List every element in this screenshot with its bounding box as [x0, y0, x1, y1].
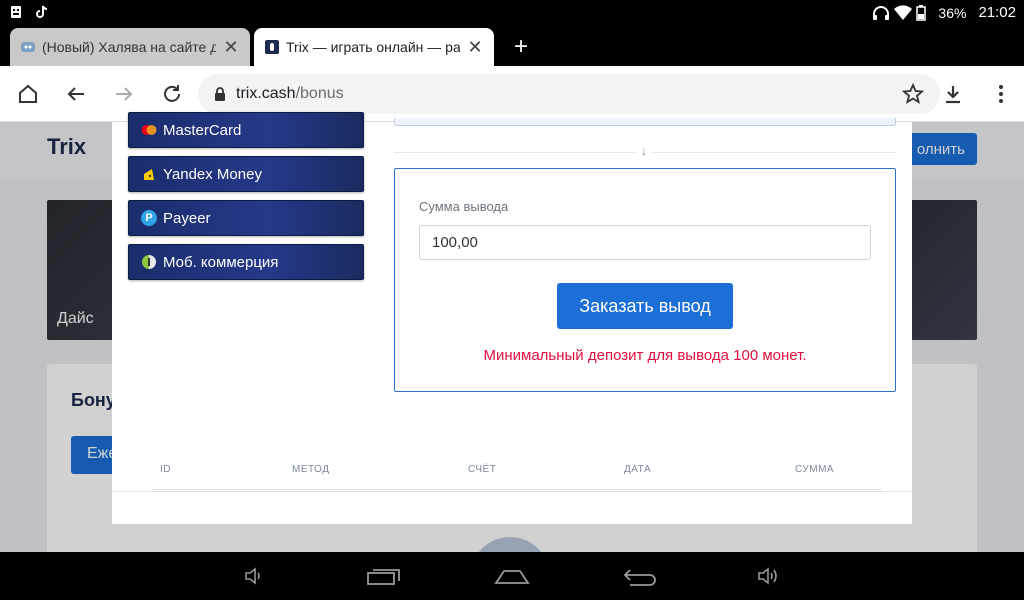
- system-nav-bar: [0, 552, 1024, 600]
- divider: [112, 491, 912, 492]
- url-text: trix.cash/bonus: [236, 85, 344, 103]
- amount-label: Сумма вывода: [419, 199, 509, 214]
- method-label: Моб. коммерция: [163, 253, 279, 271]
- column-header-date: ДАТА: [624, 464, 652, 475]
- recent-apps-button[interactable]: [366, 564, 402, 588]
- forward-button[interactable]: [110, 80, 138, 108]
- app-notification-icon: [8, 4, 24, 20]
- method-label: Payeer: [163, 209, 211, 227]
- volume-down-button[interactable]: [236, 564, 272, 588]
- status-bar: 36% 21:02: [0, 0, 1024, 26]
- tab-title: (Новый) Халява на сайте д: [42, 39, 216, 55]
- close-tab-icon[interactable]: ✕: [466, 37, 484, 58]
- bookmark-button[interactable]: [899, 80, 927, 108]
- star-icon: [902, 83, 924, 104]
- close-tab-icon[interactable]: ✕: [222, 37, 240, 58]
- url-host: trix.cash: [236, 85, 296, 102]
- volume-up-button[interactable]: [750, 564, 786, 588]
- error-message: Минимальный депозит для вывода 100 монет…: [483, 347, 807, 364]
- headphones-icon: [872, 5, 890, 21]
- volume-down-icon: [245, 567, 260, 585]
- back-nav-button[interactable]: [622, 564, 658, 588]
- volume-up-icon: [758, 567, 777, 585]
- new-tab-button[interactable]: +: [508, 34, 534, 60]
- home-nav-icon: [494, 570, 530, 584]
- tab-strip: (Новый) Халява на сайте д ✕ Trix — играт…: [0, 26, 1024, 66]
- back-nav-icon: [623, 569, 656, 586]
- back-button[interactable]: [62, 80, 90, 108]
- column-header-account: СЧЁТ: [468, 464, 497, 475]
- method-mobile-commerce[interactable]: Моб. коммерция: [128, 244, 364, 280]
- tab-halyava[interactable]: (Новый) Халява на сайте д ✕: [10, 28, 250, 66]
- menu-button[interactable]: [987, 80, 1015, 108]
- withdraw-form: Сумма вывода Заказать вывод Минимальный …: [394, 168, 896, 392]
- trix-favicon-icon: [264, 39, 280, 55]
- url-path: /bonus: [295, 85, 344, 102]
- payeer-icon: P: [141, 210, 157, 226]
- home-nav-button[interactable]: [494, 564, 530, 588]
- lock-icon: [212, 86, 228, 102]
- home-icon: [19, 84, 37, 103]
- reload-icon: [164, 85, 180, 102]
- tiktok-notification-icon: [34, 4, 50, 20]
- download-icon: [946, 86, 960, 104]
- recent-apps-icon: [367, 569, 400, 585]
- method-mastercard[interactable]: MasterCard: [128, 112, 364, 148]
- column-header-id: ID: [160, 464, 171, 475]
- home-button[interactable]: [14, 80, 42, 108]
- account-field[interactable]: [394, 118, 896, 126]
- withdraw-modal: MasterCard Yandex Money P Payeer Моб. ко…: [112, 112, 912, 524]
- amount-input[interactable]: [419, 225, 871, 260]
- arrow-down-icon: ↓: [636, 144, 652, 160]
- mobile-commerce-icon: [141, 254, 157, 270]
- mastercard-icon: [141, 122, 157, 138]
- address-bar[interactable]: trix.cash/bonus: [198, 74, 940, 114]
- method-payeer[interactable]: P Payeer: [128, 200, 364, 236]
- reload-button[interactable]: [158, 80, 186, 108]
- tab-trix[interactable]: Trix — играть онлайн — раз ✕: [254, 28, 494, 66]
- back-arrow-icon: [67, 87, 84, 101]
- yandex-money-icon: [141, 166, 157, 182]
- column-header-amount: СУММА: [795, 464, 835, 475]
- more-vert-icon: [999, 85, 1003, 103]
- pikabu-favicon-icon: [20, 39, 36, 55]
- wifi-icon: [894, 4, 913, 21]
- battery-icon: [916, 4, 932, 21]
- method-label: MasterCard: [163, 121, 242, 139]
- download-button[interactable]: [939, 80, 967, 108]
- withdrawals-table-header: ID МЕТОД СЧЁТ ДАТА СУММА: [152, 464, 882, 490]
- submit-withdraw-button[interactable]: Заказать вывод: [557, 283, 733, 329]
- method-label: Yandex Money: [163, 165, 262, 183]
- payment-methods-list: MasterCard Yandex Money P Payeer Моб. ко…: [128, 112, 364, 288]
- column-header-method: МЕТОД: [292, 464, 330, 475]
- battery-level: 36%: [938, 4, 967, 21]
- forward-arrow-icon: [116, 87, 133, 101]
- method-yandex-money[interactable]: Yandex Money: [128, 156, 364, 192]
- tab-title: Trix — играть онлайн — раз: [286, 39, 460, 55]
- clock: 21:02: [978, 4, 1016, 21]
